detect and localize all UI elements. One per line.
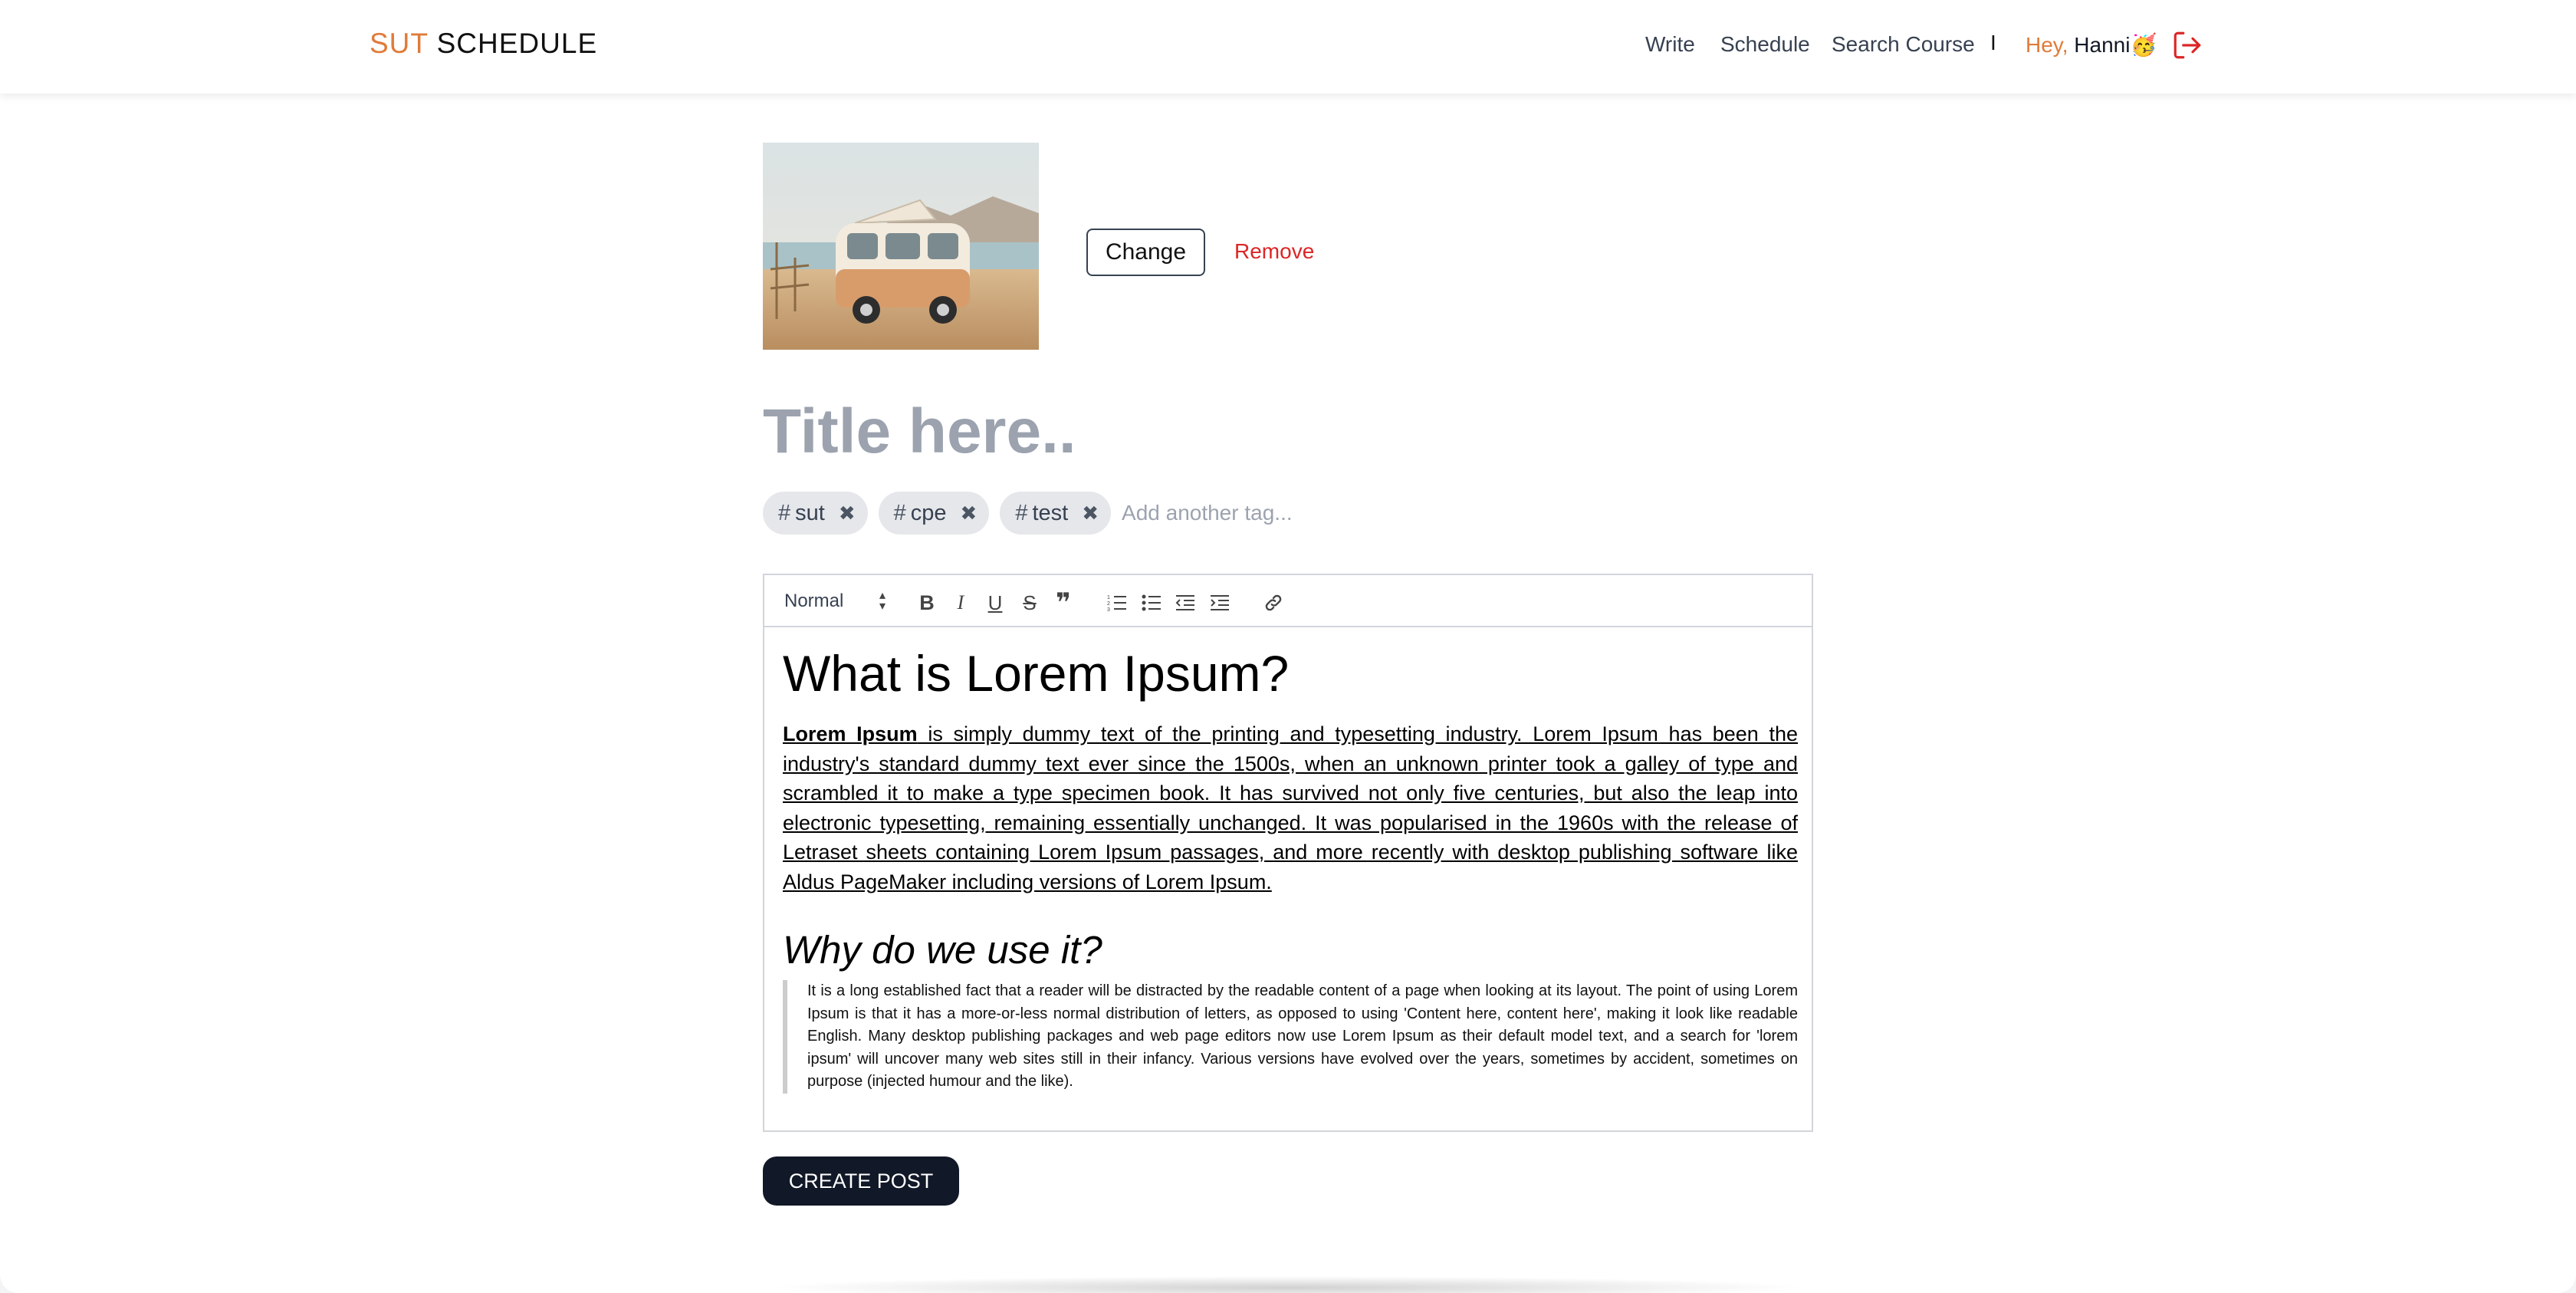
change-cover-button[interactable]: Change (1086, 229, 1205, 276)
brand-logo[interactable]: SUT SCHEDULE (370, 28, 597, 60)
brand-part2: SCHEDULE (436, 28, 598, 59)
tag-label: test (1032, 500, 1069, 525)
nav-separator: I (1990, 31, 1996, 54)
quote-icon[interactable]: ❞ (1050, 588, 1077, 617)
ordered-list-icon[interactable]: 1 2 3 (1103, 589, 1131, 617)
tag-label: cpe (910, 500, 947, 525)
strike-icon[interactable]: S (1016, 589, 1043, 617)
italic-icon[interactable]: I (947, 589, 974, 617)
create-post-button[interactable]: CREATE POST (763, 1156, 959, 1206)
top-navbar: SUT SCHEDULE Write Schedule Search Cours… (0, 0, 2576, 94)
tag-chip: # test ✖ (1000, 492, 1112, 535)
paragraph-bold-lead: Lorem Ipsum (783, 722, 918, 745)
user-greeting: Hey, Hanni🥳 (2026, 32, 2157, 58)
paragraph-text: is simply dummy text of the printing and… (783, 722, 1798, 893)
nav-link-search-course[interactable]: Search Course (1832, 32, 1975, 57)
block-format-select[interactable]: Normal ▴ ▾ (784, 586, 892, 617)
bullet-list-icon[interactable] (1138, 589, 1165, 617)
content-heading-1: What is Lorem Ipsum? (783, 645, 1290, 702)
post-title-input[interactable] (763, 390, 1813, 474)
content-blockquote: It is a long established fact that a rea… (783, 980, 1798, 1094)
tag-label: sut (795, 500, 825, 525)
bottom-shadow (767, 1276, 1809, 1293)
remove-tag-icon[interactable]: ✖ (961, 502, 978, 525)
add-tag-input[interactable] (1122, 501, 1352, 525)
nav-link-write[interactable]: Write (1645, 32, 1695, 57)
logout-icon[interactable] (2171, 29, 2203, 61)
editor-content[interactable]: What is Lorem Ipsum? Lorem Ipsum is simp… (764, 627, 1812, 1094)
link-icon[interactable] (1260, 589, 1287, 617)
remove-tag-icon[interactable]: ✖ (839, 502, 856, 525)
editor-toolbar: Normal ▴ ▾ B I U S ❞ 1 2 3 (764, 575, 1812, 627)
svg-text:3: 3 (1107, 607, 1110, 611)
hash-icon: # (1015, 500, 1028, 525)
hash-icon: # (778, 500, 791, 525)
content-heading-2: Why do we use it? (783, 928, 1102, 972)
underline-icon[interactable]: U (981, 589, 1009, 617)
hash-icon: # (893, 500, 906, 525)
select-arrows-icon: ▴ ▾ (879, 589, 886, 613)
brand-part1: SUT (370, 28, 429, 59)
greeting-name: Hanni🥳 (2074, 33, 2157, 57)
rich-text-editor: Normal ▴ ▾ B I U S ❞ 1 2 3 What is Lorem… (763, 574, 1813, 1132)
greeting-hey: Hey, (2026, 33, 2068, 57)
tag-list: # sut ✖ # cpe ✖ # test ✖ (763, 491, 1352, 535)
bold-icon[interactable]: B (913, 589, 941, 617)
content-paragraph: Lorem Ipsum is simply dummy text of the … (783, 719, 1798, 897)
indent-icon[interactable] (1206, 589, 1234, 617)
nav-link-schedule[interactable]: Schedule (1720, 32, 1810, 57)
cover-image (763, 143, 1039, 350)
remove-cover-button[interactable]: Remove (1234, 239, 1314, 264)
tag-chip: # cpe ✖ (878, 492, 990, 535)
svg-text:2: 2 (1107, 601, 1110, 607)
svg-text:1: 1 (1107, 595, 1110, 600)
tag-chip: # sut ✖ (763, 492, 868, 535)
outdent-icon[interactable] (1171, 589, 1199, 617)
block-format-value: Normal (784, 591, 844, 611)
remove-tag-icon[interactable]: ✖ (1082, 502, 1099, 525)
